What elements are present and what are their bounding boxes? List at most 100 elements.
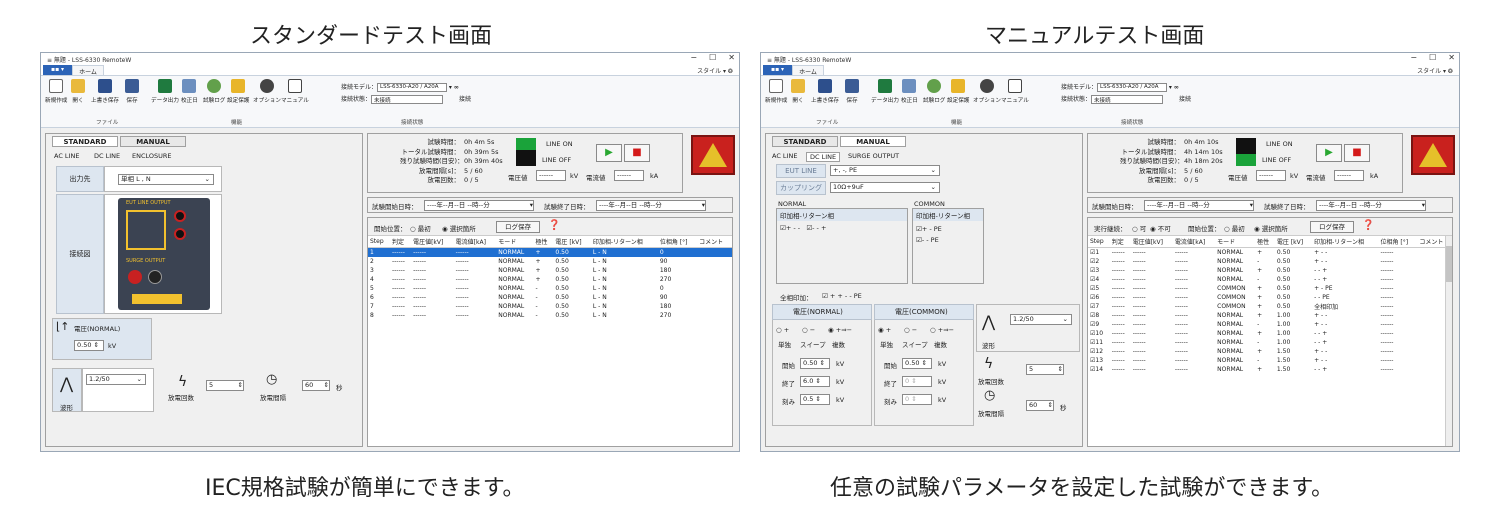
pol-plus[interactable]: ◉ + (878, 326, 891, 334)
table-row[interactable]: ☑3 ------ ------ ------ NORMAL +0.50 - - + ----… (1088, 266, 1452, 275)
table-row[interactable]: ☑14 ------ ------ ------ NORMAL +1.50 - - + ---… (1088, 365, 1452, 374)
maximize-button[interactable]: ☐ (709, 53, 716, 62)
radio-selected[interactable]: ◉ 選択箇所 (442, 223, 476, 233)
mode-single[interactable]: 単独 (778, 339, 791, 349)
open-button[interactable]: 開く (71, 79, 85, 104)
table-row[interactable]: ☑5 ------ ------ ------ COMMON +0.50 + - PE ---… (1088, 284, 1452, 293)
tab-standard[interactable]: STANDARD (772, 136, 838, 147)
subtab-enclosure[interactable]: ENCLOSURE (132, 152, 172, 160)
table-row[interactable]: ☑1 ------ ------ ------ NORMAL +0.50 + - - ----… (1088, 248, 1452, 257)
table-row[interactable]: 6 ------ ------ ------ NORMAL - 0.50 L - N 90 (368, 293, 732, 302)
tab-standard[interactable]: STANDARD (52, 136, 118, 147)
protect-button[interactable]: 設定保護 (947, 79, 969, 104)
close-button[interactable]: ✕ (728, 53, 735, 62)
style-menu[interactable]: スタイル ▾ ❂ (1417, 66, 1453, 75)
table-row[interactable]: ☑7 ------ ------ ------ COMMON +0.50 全相印加 -----… (1088, 302, 1452, 311)
table-row[interactable]: 4 ------ ------ ------ NORMAL +0.50 L - N 270 (368, 275, 732, 284)
normal-item[interactable]: ☑- - + (806, 224, 826, 232)
output-select[interactable]: 単相 L , N ⌄ (118, 174, 214, 185)
eut-line-select[interactable]: +, -, PE ⌄ (830, 165, 940, 176)
connect-button[interactable]: 接続 (459, 96, 471, 103)
vn-end-input[interactable]: 6.0 ⇕ (800, 376, 830, 387)
waveform-select[interactable]: 1.2/50 ⌄ (1010, 314, 1072, 325)
table-row[interactable]: ☑9 ------ ------ ------ NORMAL - 1.00 + - - ----… (1088, 320, 1452, 329)
normal-item[interactable]: ☑+ - - (780, 224, 800, 232)
home-tab[interactable]: ホーム (72, 65, 104, 76)
log-button[interactable]: 試験ログ (203, 79, 225, 104)
log-save-button[interactable]: ログ保存 (496, 221, 540, 233)
overwrite-save-button[interactable]: 上書き保存 (91, 79, 119, 104)
radio-exec-no[interactable]: ◉ 不可 (1150, 223, 1171, 233)
tab-manual[interactable]: MANUAL (840, 136, 906, 147)
end-date-input[interactable]: ----年--月--日 --時--分 ▾ (1316, 200, 1426, 211)
subtab-surge-output[interactable]: SURGE OUTPUT (848, 152, 899, 160)
vertical-scrollbar[interactable] (1445, 236, 1452, 446)
table-row[interactable]: ☑11 ------ ------ ------ NORMAL - 1.00 - - + ---… (1088, 338, 1452, 347)
calibration-button[interactable]: 校正日 (181, 79, 198, 104)
vc-step-input[interactable]: 0 ⇕ (902, 394, 932, 405)
connect-model-select[interactable]: LSS-6330-A20 / A20A (1097, 83, 1168, 92)
mode-sweep[interactable]: スイープ (800, 339, 826, 349)
link-icon[interactable]: ∞ (1174, 84, 1179, 91)
start-button[interactable]: ▶ (596, 144, 622, 162)
vn-start-input[interactable]: 0.50 ⇕ (800, 358, 830, 369)
table-row[interactable]: ☑12 ------ ------ ------ NORMAL +1.50 + - - ---… (1088, 347, 1452, 356)
vc-start-input[interactable]: 0.50 ⇕ (902, 358, 932, 369)
file-tab[interactable]: ▪▪ ▾ (43, 65, 73, 75)
table-row[interactable]: 8 ------ ------ ------ NORMAL - 0.50 L - N 270 (368, 311, 732, 320)
calibration-button[interactable]: 校正日 (901, 79, 918, 104)
overwrite-save-button[interactable]: 上書き保存 (811, 79, 839, 104)
home-tab[interactable]: ホーム (792, 65, 824, 76)
start-button[interactable]: ▶ (1316, 144, 1342, 162)
subtab-ac-line[interactable]: AC LINE (54, 152, 79, 160)
stop-button[interactable]: ■ (624, 144, 650, 162)
count-input[interactable]: 5 ⇕ (1026, 364, 1064, 375)
mode-single[interactable]: 単独 (880, 339, 893, 349)
subtab-dc-line[interactable]: DC LINE (94, 152, 120, 160)
close-button[interactable]: ✕ (1448, 53, 1455, 62)
manual-button[interactable]: マニュアル (281, 79, 309, 104)
pol-minus[interactable]: ○ − (904, 326, 917, 334)
table-row[interactable]: 3 ------ ------ ------ NORMAL +0.50 L - N 180 (368, 266, 732, 275)
common-item[interactable]: ☑+ - PE (916, 224, 980, 235)
save-button[interactable]: 保存 (125, 79, 139, 104)
radio-first[interactable]: ○ 最初 (410, 223, 431, 233)
open-button[interactable]: 開く (791, 79, 805, 104)
option-button[interactable]: オプション (973, 79, 1001, 104)
mode-multi[interactable]: 複数 (934, 339, 947, 349)
manual-button[interactable]: マニュアル (1001, 79, 1029, 104)
mode-sweep[interactable]: スイープ (902, 339, 928, 349)
table-row[interactable]: 2 ------ ------ ------ NORMAL +0.50 L - N 90 (368, 257, 732, 266)
link-icon[interactable]: ∞ (454, 84, 459, 91)
count-input[interactable]: 5 ⇕ (206, 380, 244, 391)
table-row[interactable]: ☑10 ------ ------ ------ NORMAL +1.00 - - + ---… (1088, 329, 1452, 338)
radio-first[interactable]: ○ 最初 (1224, 223, 1245, 233)
table-row[interactable]: ☑4 ------ ------ ------ NORMAL - 0.50 - - + ----… (1088, 275, 1452, 284)
stop-button[interactable]: ■ (1344, 144, 1370, 162)
pol-minus[interactable]: ○ − (802, 326, 815, 334)
pol-both[interactable]: ◉ +⇒− (828, 326, 852, 334)
vn-step-input[interactable]: 0.5 ⇕ (800, 394, 830, 405)
table-row[interactable]: 5 ------ ------ ------ NORMAL - 0.50 L - N 0 (368, 284, 732, 293)
log-button[interactable]: 試験ログ (923, 79, 945, 104)
start-date-input[interactable]: ----年--月--日 --時--分 ▾ (424, 200, 534, 211)
voltage-input[interactable]: 0.50 ⇕ (74, 340, 104, 351)
subtab-ac-line[interactable]: AC LINE (772, 152, 797, 160)
minimize-button[interactable]: − (1410, 53, 1417, 62)
end-date-input[interactable]: ----年--月--日 --時--分 ▾ (596, 200, 706, 211)
radio-selected[interactable]: ◉ 選択箇所 (1254, 223, 1288, 233)
protect-button[interactable]: 設定保護 (227, 79, 249, 104)
log-save-button[interactable]: ログ保存 (1310, 221, 1354, 233)
pol-both[interactable]: ○ +⇒− (930, 326, 954, 334)
coupling-select[interactable]: 10Ω+9uF ⌄ (830, 182, 940, 193)
export-button[interactable]: データ出力 (871, 79, 899, 104)
interval-input[interactable]: 60 ⇕ (1026, 400, 1054, 411)
tab-manual[interactable]: MANUAL (120, 136, 186, 147)
common-item[interactable]: ☑- - PE (916, 235, 980, 246)
table-row[interactable]: ☑6 ------ ------ ------ COMMON +0.50 - - PE ---… (1088, 293, 1452, 302)
minimize-button[interactable]: − (690, 53, 697, 62)
help-icon[interactable]: ❓ (1362, 220, 1374, 231)
help-icon[interactable]: ❓ (548, 220, 560, 231)
table-row[interactable]: ☑2 ------ ------ ------ NORMAL - 0.50 + - - ----… (1088, 257, 1452, 266)
mode-multi[interactable]: 複数 (832, 339, 845, 349)
